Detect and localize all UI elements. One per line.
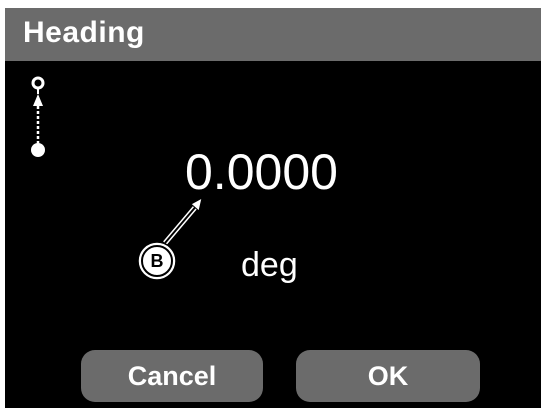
heading-dialog: Heading 0.0000 deg B Cancel OK xyxy=(5,8,541,408)
heading-unit: deg xyxy=(241,246,298,284)
dialog-title: Heading xyxy=(23,16,145,49)
title-bar: Heading xyxy=(5,8,541,61)
heading-value[interactable]: 0.0000 xyxy=(185,143,338,201)
point-to-point-direction-icon xyxy=(21,76,55,164)
ok-button[interactable]: OK xyxy=(296,350,480,402)
callout-pointer xyxy=(137,197,203,281)
cancel-button[interactable]: Cancel xyxy=(81,350,263,402)
callout-label: B xyxy=(150,251,164,271)
